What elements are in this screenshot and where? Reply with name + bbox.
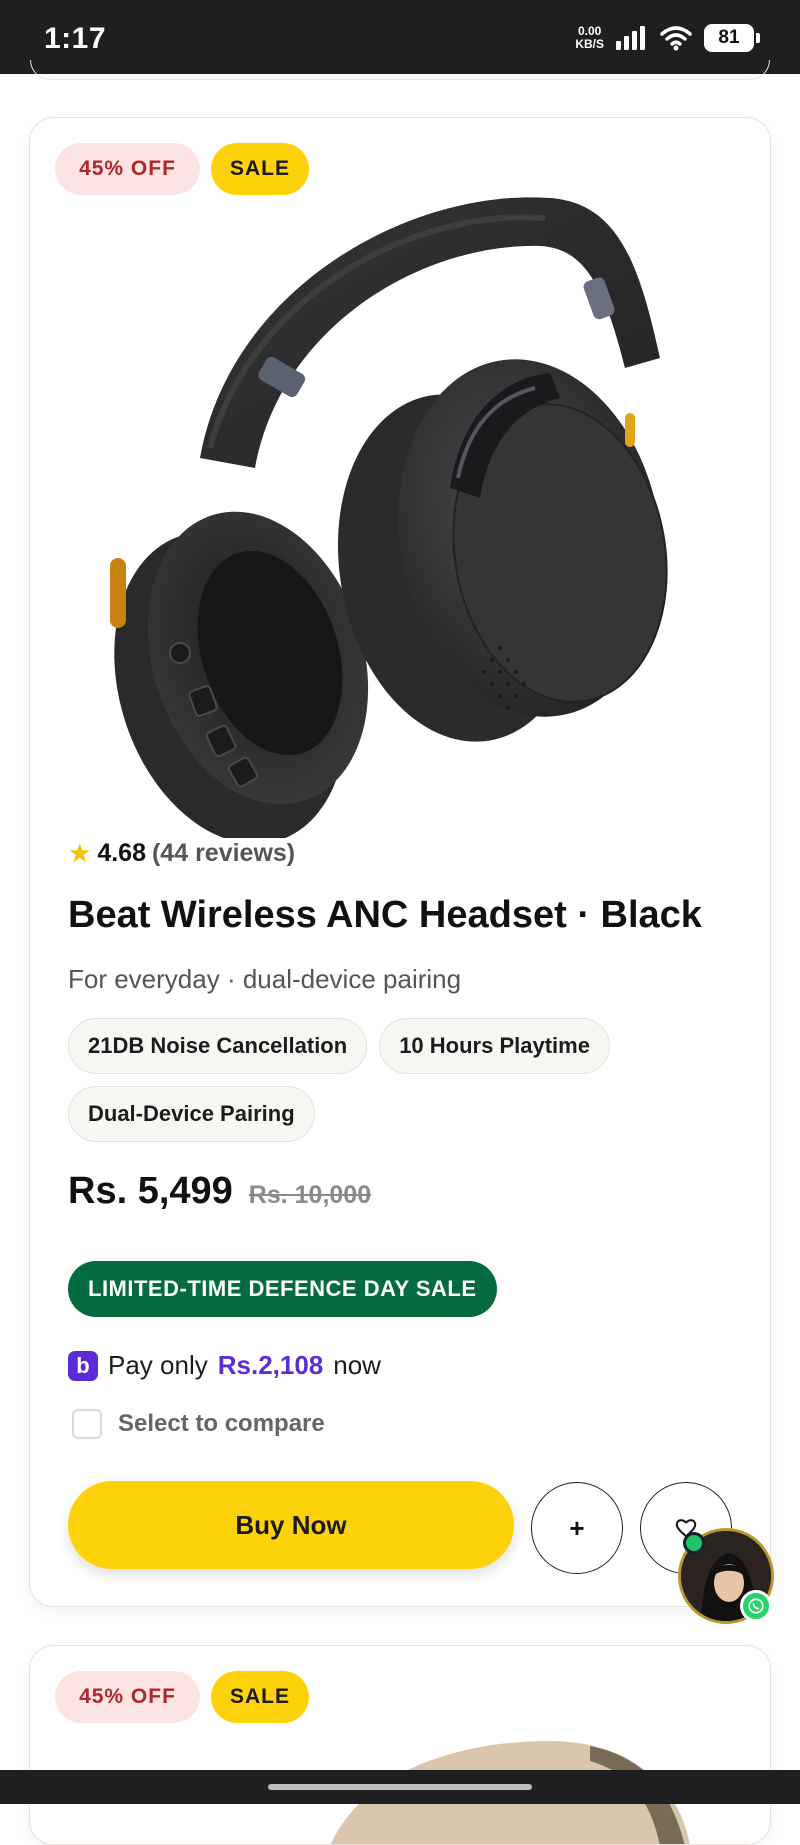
status-icons: 0.00 KB/S 81 [575, 22, 760, 54]
network-speed-unit: KB/S [575, 37, 604, 51]
whatsapp-phone-icon [748, 1598, 764, 1614]
feature-chip: 21DB Noise Cancellation [68, 1018, 368, 1074]
wifi-icon [660, 26, 692, 51]
add-to-cart-button[interactable]: + [531, 1482, 623, 1574]
product-subtitle: For everyday · dual-device pairing [68, 964, 462, 994]
installment-prefix: Pay only [108, 1350, 208, 1380]
product-card[interactable]: 45% OFF SALE ★ 4.68 (44 reviews) Beat Wi… [29, 117, 771, 1607]
home-gesture-handle[interactable] [268, 1784, 532, 1790]
battery-indicator: 81 [704, 24, 760, 52]
compare-checkbox[interactable] [72, 1409, 102, 1439]
status-time: 1:17 [44, 22, 107, 55]
installment-offer[interactable]: b Pay only Rs.2,108 now [68, 1350, 381, 1381]
review-count: (44 reviews) [151, 839, 296, 867]
installment-logo-icon: b [68, 1350, 98, 1381]
installment-amount: Rs.2,108 [217, 1350, 324, 1380]
feature-chip: Dual-Device Pairing [68, 1086, 315, 1142]
star-icon: ★ [68, 838, 92, 868]
online-status-dot [683, 1532, 705, 1554]
installment-suffix: now [333, 1350, 381, 1380]
rating-value: 4.68 [97, 839, 146, 867]
compare-toggle[interactable]: Select to compare [72, 1409, 325, 1439]
current-price: Rs. 5,499 [68, 1170, 233, 1212]
next-product-card[interactable]: 45% OFF SALE [29, 1645, 771, 1845]
network-speed: 0.00 KB/S [575, 25, 604, 51]
product-rating[interactable]: ★ 4.68 (44 reviews) [68, 838, 295, 869]
whatsapp-icon[interactable] [740, 1590, 772, 1622]
feature-chips: 21DB Noise Cancellation 10 Hours Playtim… [68, 1018, 688, 1142]
buy-now-button[interactable]: Buy Now [68, 1481, 514, 1569]
next-product-image[interactable] [30, 1646, 771, 1845]
compare-label: Select to compare [118, 1410, 325, 1437]
price-row: Rs. 5,499 Rs. 10,000 [68, 1170, 371, 1213]
original-price: Rs. 10,000 [248, 1181, 372, 1209]
feature-chip: 10 Hours Playtime [379, 1018, 610, 1074]
previous-card-edge [30, 60, 770, 80]
product-title[interactable]: Beat Wireless ANC Headset · Black [68, 894, 702, 937]
product-image[interactable] [80, 148, 760, 838]
system-navigation-bar [0, 1770, 800, 1804]
signal-icon [616, 26, 645, 50]
promo-badge: LIMITED-TIME DEFENCE DAY SALE [68, 1261, 497, 1317]
